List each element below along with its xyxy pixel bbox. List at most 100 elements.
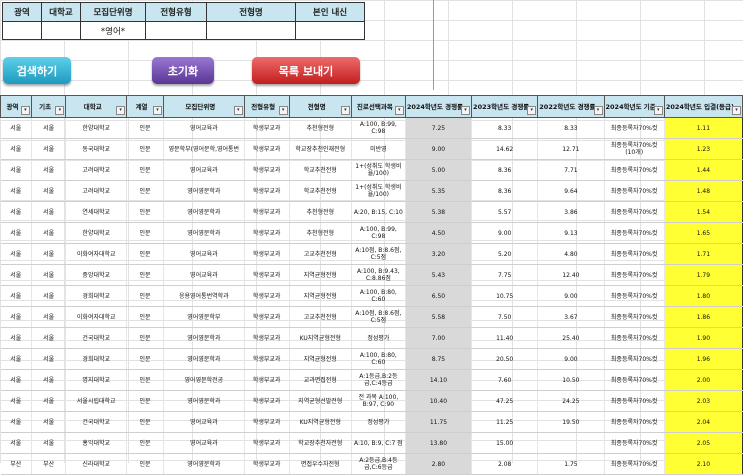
- table-cell[interactable]: 최종등록자70%컷: [604, 264, 665, 286]
- table-cell[interactable]: 인문: [126, 180, 164, 202]
- table-cell[interactable]: 서울: [0, 243, 32, 265]
- table-cell[interactable]: 경희대학교: [65, 285, 128, 307]
- reset-button[interactable]: 초기화: [152, 57, 214, 84]
- table-cell[interactable]: 8.33: [471, 117, 539, 139]
- filter-my-grade-input[interactable]: [295, 21, 365, 40]
- table-cell[interactable]: 학생부교과: [244, 390, 290, 412]
- table-cell[interactable]: 학생부교과: [244, 285, 290, 307]
- table-cell[interactable]: 영어교육과: [163, 411, 245, 433]
- table-cell[interactable]: 최종등록자70%컷: [604, 243, 665, 265]
- column-header[interactable]: 전형명 ▾: [288, 95, 352, 118]
- table-cell[interactable]: 서울: [31, 159, 67, 181]
- table-cell[interactable]: 응용영어통번역학과: [163, 285, 245, 307]
- table-cell[interactable]: 영어영문학과: [163, 222, 245, 244]
- column-header[interactable]: 2022학년도 경쟁률 ▾: [537, 95, 605, 118]
- table-cell[interactable]: 2.05: [663, 432, 743, 454]
- table-cell[interactable]: 1.75: [537, 453, 605, 475]
- table-cell[interactable]: 학생부교과: [244, 180, 290, 202]
- table-cell[interactable]: 서울: [31, 306, 67, 328]
- table-cell[interactable]: 학생부교과: [244, 327, 290, 349]
- table-cell[interactable]: A:100, B:80, C:60: [351, 348, 406, 370]
- table-cell[interactable]: 9.64: [537, 180, 605, 202]
- table-cell[interactable]: 1.48: [663, 180, 743, 202]
- filter-dropdown-icon[interactable]: ▾: [593, 106, 603, 115]
- table-cell[interactable]: 최종등록자70%컷: [604, 453, 665, 475]
- table-cell[interactable]: 4.80: [537, 243, 605, 265]
- filter-dropdown-icon[interactable]: ▾: [340, 106, 350, 115]
- table-cell[interactable]: 부산: [31, 453, 67, 475]
- table-cell[interactable]: 신라대학교: [65, 453, 128, 475]
- table-cell[interactable]: KU지역균형전형: [289, 327, 352, 349]
- table-cell[interactable]: 지역균형전형: [289, 285, 352, 307]
- table-cell[interactable]: 7.25: [405, 117, 473, 139]
- filter-dropdown-icon[interactable]: ▾: [461, 106, 471, 115]
- table-cell[interactable]: 추천형전형: [289, 201, 352, 223]
- table-cell[interactable]: 한양대학교: [65, 117, 128, 139]
- table-cell[interactable]: 인문: [126, 306, 164, 328]
- filter-dropdown-icon[interactable]: ▾: [55, 106, 65, 115]
- table-cell[interactable]: 최종등록자70%컷: [604, 201, 665, 223]
- table-cell[interactable]: 서울: [31, 390, 67, 412]
- table-cell[interactable]: 고려대학교: [65, 180, 128, 202]
- table-cell[interactable]: 1.79: [663, 264, 743, 286]
- table-cell[interactable]: 학교추천전형: [289, 180, 352, 202]
- table-cell[interactable]: 경희대학교: [65, 348, 128, 370]
- table-cell[interactable]: 2.04: [663, 411, 743, 433]
- table-cell[interactable]: 학생부교과: [244, 453, 290, 475]
- table-cell[interactable]: 동국대학교: [65, 138, 128, 160]
- table-cell[interactable]: 7.50: [471, 306, 539, 328]
- table-cell[interactable]: 11.40: [471, 327, 539, 349]
- table-cell[interactable]: 9.00: [471, 222, 539, 244]
- table-cell[interactable]: 11.25: [471, 411, 539, 433]
- table-cell[interactable]: A:1등급,B:2등급,C:4등급: [351, 369, 406, 391]
- table-cell[interactable]: 최종등록자70%컷: [604, 306, 665, 328]
- table-cell[interactable]: KU지역균형전형: [289, 411, 352, 433]
- filter-university-input[interactable]: [41, 21, 81, 40]
- table-cell[interactable]: 서울: [0, 159, 32, 181]
- table-cell[interactable]: A:10, B:9, C:7 점: [351, 432, 406, 454]
- filter-dropdown-icon[interactable]: ▾: [732, 106, 741, 115]
- table-cell[interactable]: 인문: [126, 285, 164, 307]
- table-cell[interactable]: 서울: [0, 201, 32, 223]
- table-row[interactable]: 서울 서울 홍익대학교 인문 영어교육과 학생부교과 학교장추천자전형 A:10, B:9, …: [0, 432, 743, 454]
- table-cell[interactable]: 영어교육과: [163, 432, 245, 454]
- table-cell[interactable]: 최종등록자70%컷: [604, 432, 665, 454]
- table-cell[interactable]: 서울: [0, 222, 32, 244]
- table-row[interactable]: 서울 서울 고려대학교 인문 영어교육과 학생부교과 학교추천전형 1+(성취도 학생비율/1…: [0, 159, 743, 181]
- table-cell[interactable]: 10.75: [471, 285, 539, 307]
- table-cell[interactable]: 7.71: [537, 159, 605, 181]
- table-cell[interactable]: 5.00: [405, 159, 473, 181]
- table-cell[interactable]: 인문: [126, 117, 164, 139]
- table-cell[interactable]: 인문: [126, 432, 164, 454]
- table-cell[interactable]: 서울: [31, 201, 67, 223]
- table-cell[interactable]: 2.10: [663, 453, 743, 475]
- table-cell[interactable]: 미반영: [351, 138, 406, 160]
- table-cell[interactable]: 인문: [126, 264, 164, 286]
- table-row[interactable]: 서울 서울 중앙대학교 인문 영어교육과 학생부교과 지역균형전형 A:100, B:9.43…: [0, 264, 743, 286]
- table-cell[interactable]: 3.67: [537, 306, 605, 328]
- table-cell[interactable]: 5.38: [405, 201, 473, 223]
- filter-unit-input[interactable]: *영어*: [80, 21, 146, 40]
- table-cell[interactable]: 서울: [31, 243, 67, 265]
- table-cell[interactable]: 학생부교과: [244, 117, 290, 139]
- table-cell[interactable]: 정성평가: [351, 411, 406, 433]
- table-cell[interactable]: 10.40: [405, 390, 473, 412]
- table-row[interactable]: 서울 서울 이화여자대학교 인문 영어영문학부 학생부교과 고교추천전형 A:10점, B:8…: [0, 306, 743, 328]
- table-cell[interactable]: 1.90: [663, 327, 743, 349]
- table-cell[interactable]: 9.00: [405, 138, 473, 160]
- table-cell[interactable]: 1.44: [663, 159, 743, 181]
- table-cell[interactable]: 지역균형전형: [289, 348, 352, 370]
- table-cell[interactable]: 1.71: [663, 243, 743, 265]
- table-cell[interactable]: 2.03: [663, 390, 743, 412]
- table-cell[interactable]: 이화여자대학교: [65, 306, 128, 328]
- table-cell[interactable]: 1.11: [663, 117, 743, 139]
- table-cell[interactable]: 1.65: [663, 222, 743, 244]
- table-cell[interactable]: 12.40: [537, 264, 605, 286]
- filter-admission-name-input[interactable]: [206, 21, 296, 40]
- table-cell[interactable]: 인문: [126, 201, 164, 223]
- filter-dropdown-icon[interactable]: ▾: [20, 106, 30, 115]
- filter-dropdown-icon[interactable]: ▾: [653, 106, 663, 115]
- table-cell[interactable]: 1.86: [663, 306, 743, 328]
- table-cell[interactable]: 학생부교과: [244, 159, 290, 181]
- table-cell[interactable]: 1+(성취도 학생비율/100): [351, 159, 406, 181]
